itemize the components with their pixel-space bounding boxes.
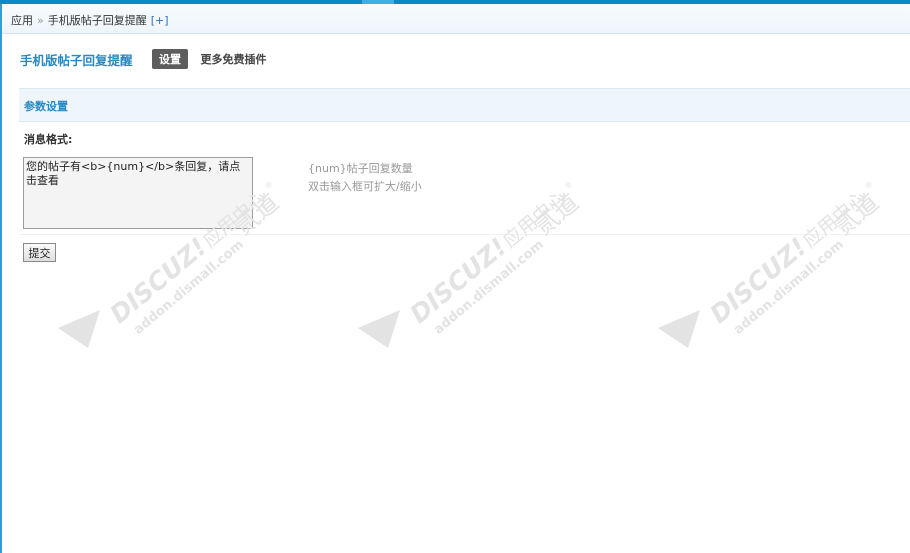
watermark-partner: 贰道 (829, 188, 884, 240)
row-divider (19, 234, 910, 235)
svg-text:DISCUZ!应用中心: DISCUZ!应用中心 (405, 182, 572, 329)
section-header: 参数设置 (19, 88, 910, 122)
svg-text:DISCUZ!应用中心: DISCUZ!应用中心 (705, 182, 872, 329)
tab-settings[interactable]: 设置 (152, 49, 189, 69)
tab-more-free-plugins[interactable]: 更多免费插件 (201, 51, 267, 67)
watermark-partner: 贰道 (529, 188, 584, 240)
watermark-brand: DISCUZ! (705, 232, 813, 329)
field-tips: {num}帖子回复数量 双击输入框可扩大/缩小 (308, 160, 422, 196)
watermark-logo: DISCUZ!应用中心 addon.dismall.com 贰道 ® (358, 179, 584, 348)
top-bar: 应用 » 手机版帖子回复提醒 [+] (2, 4, 910, 34)
breadcrumb: 应用 » 手机版帖子回复提醒 [+] (11, 12, 169, 28)
watermark-registered-mark: ® (563, 179, 575, 191)
watermark-registered-mark: ® (863, 179, 875, 191)
tip-num-placeholder: {num}帖子回复数量 (308, 162, 413, 175)
watermark-site: addon.dismall.com (131, 237, 247, 337)
add-to-menu-link[interactable]: [+] (151, 14, 169, 27)
section-title: 参数设置 (24, 100, 68, 113)
watermark-site: addon.dismall.com (431, 237, 547, 337)
watermark-logo: DISCUZ!应用中心 addon.dismall.com 贰道 ® (658, 179, 884, 348)
plugin-header: 手机版帖子回复提醒 设置 更多免费插件 (20, 49, 267, 69)
breadcrumb-separator: » (37, 14, 44, 27)
watermark-center: 应用中心 (799, 187, 871, 253)
plugin-title: 手机版帖子回复提醒 (20, 52, 133, 68)
watermark-registered-mark: ® (263, 179, 275, 191)
submit-button[interactable]: 提交 (23, 243, 56, 262)
breadcrumb-root[interactable]: 应用 (11, 14, 33, 27)
left-edge-bar (0, 0, 2, 553)
watermark-arrow-icon (58, 310, 100, 348)
watermark-site: addon.dismall.com (731, 237, 847, 337)
message-format-input[interactable]: 您的帖子有<b>{num}</b>条回复，请点击查看 (23, 157, 253, 229)
watermark-arrow-icon (658, 310, 700, 348)
message-format-label: 消息格式: (24, 133, 73, 146)
watermark-brand: DISCUZ! (105, 232, 213, 329)
watermark-center: 应用中心 (499, 187, 571, 253)
watermark-arrow-icon (358, 310, 400, 348)
tip-double-click: 双击输入框可扩大/缩小 (308, 180, 422, 193)
breadcrumb-current: 手机版帖子回复提醒 (47, 14, 147, 27)
watermark-brand: DISCUZ! (405, 232, 513, 329)
